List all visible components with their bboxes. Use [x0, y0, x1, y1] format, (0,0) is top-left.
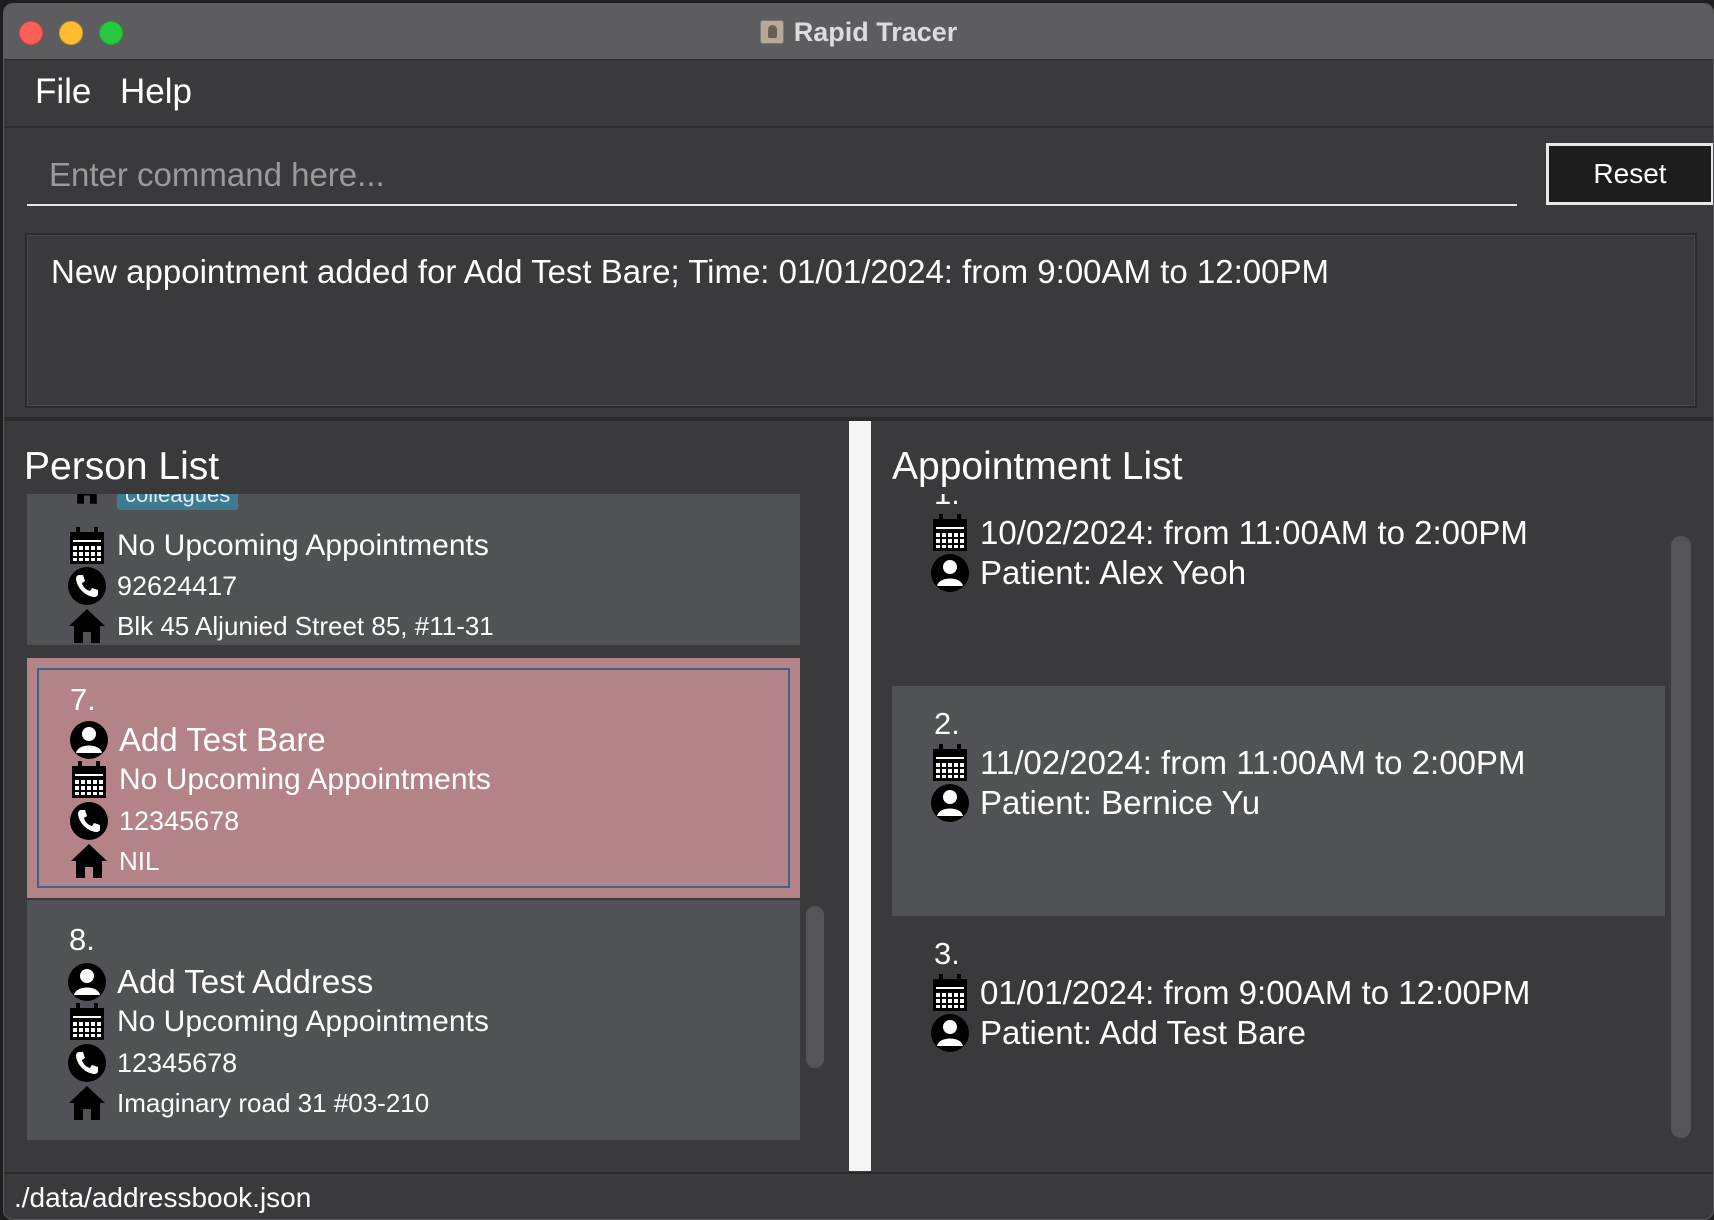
appointment-time: 11/02/2024: from 11:00AM to 2:00PM [980, 744, 1526, 781]
menu-help[interactable]: Help [120, 72, 192, 112]
person-name: Add Test Bare [119, 721, 326, 758]
person-address: NIL [119, 845, 160, 876]
appointment-list-scroll-thumb[interactable] [1671, 536, 1691, 1138]
person-icon [930, 553, 970, 593]
phone-icon [67, 1043, 107, 1083]
appointment-patient: Patient: Add Test Bare [980, 1014, 1306, 1051]
status-bar: ./data/addressbook.json [4, 1172, 1713, 1219]
home-icon [67, 1083, 107, 1123]
calendar-icon [69, 760, 109, 800]
home-icon [67, 606, 107, 646]
person-icon [67, 962, 107, 1002]
person-list[interactable]: colleagues No Upcoming Appointments 9262… [27, 494, 800, 1141]
person-icon [930, 1013, 970, 1053]
person-address: Imaginary road 31 #03-210 [117, 1087, 430, 1118]
reset-button[interactable]: Reset [1546, 143, 1713, 205]
person-icon [69, 720, 109, 760]
calendar-icon [67, 1002, 107, 1042]
data-file-path: ./data/addressbook.json [14, 1182, 312, 1213]
tag-label: colleagues [117, 494, 239, 510]
person-appointment: No Upcoming Appointments [117, 1005, 489, 1038]
result-message: New appointment added for Add Test Bare;… [51, 253, 1329, 290]
appointment-index: 1. [934, 494, 960, 512]
person-card-8[interactable]: 8. Add Test Address No Upcoming Appointm… [27, 900, 800, 1140]
person-phone: 92624417 [117, 570, 238, 601]
tag-icon [67, 494, 107, 506]
phone-icon [69, 801, 109, 841]
calendar-icon [930, 743, 970, 783]
person-list-scroll-thumb[interactable] [806, 906, 824, 1068]
menu-file[interactable]: File [35, 72, 91, 112]
appointment-index: 2. [934, 706, 960, 741]
calendar-icon [67, 526, 107, 566]
person-card-partial[interactable]: colleagues No Upcoming Appointments 9262… [27, 494, 800, 645]
person-phone: 12345678 [119, 805, 240, 836]
appointment-patient: Patient: Alex Yeoh [980, 554, 1247, 591]
appointment-list-title: Appointment List [892, 445, 1183, 488]
appointment-card-3[interactable]: 3. 01/01/2024: from 9:00AM to 12:00PM Pa… [892, 916, 1665, 1146]
command-input[interactable] [27, 146, 1517, 206]
person-phone: 12345678 [117, 1047, 238, 1078]
title-bar: Rapid Tracer [4, 4, 1713, 60]
person-address: Blk 45 Aljunied Street 85, #11-31 [117, 610, 494, 641]
window-title: Rapid Tracer [793, 16, 958, 47]
phone-icon [67, 566, 107, 606]
person-index: 7. [70, 682, 96, 717]
split-pane-divider[interactable] [849, 421, 871, 1171]
calendar-icon [930, 973, 970, 1013]
appointment-list[interactable]: 1. 10/02/2024: from 11:00AM to 2:00PM Pa… [892, 494, 1665, 1149]
result-display: New appointment added for Add Test Bare;… [25, 233, 1697, 408]
appointment-patient: Patient: Bernice Yu [980, 784, 1261, 821]
menu-bar: File Help [4, 60, 1713, 128]
person-list-title: Person List [24, 445, 220, 488]
appointment-time: 01/01/2024: from 9:00AM to 12:00PM [980, 974, 1531, 1011]
person-name: Add Test Address [117, 963, 374, 1000]
app-icon [759, 20, 784, 44]
person-appointment: No Upcoming Appointments [117, 529, 489, 562]
person-card-7[interactable]: 7. Add Test Bare No Upcoming Appointment… [27, 658, 800, 898]
appointment-index: 3. [934, 936, 960, 971]
person-appointment: No Upcoming Appointments [119, 763, 491, 796]
appointment-time: 10/02/2024: from 11:00AM to 2:00PM [980, 514, 1528, 551]
app-window: Rapid Tracer File Help Reset New appoint… [3, 3, 1714, 1220]
appointment-card-2[interactable]: 2. 11/02/2024: from 11:00AM to 2:00PM Pa… [892, 686, 1665, 916]
person-icon [930, 783, 970, 823]
home-icon [69, 841, 109, 881]
appointment-card-1[interactable]: 1. 10/02/2024: from 11:00AM to 2:00PM Pa… [892, 494, 1665, 686]
calendar-icon [930, 513, 970, 553]
person-index: 8. [69, 922, 95, 957]
command-area: Reset [4, 130, 1713, 220]
